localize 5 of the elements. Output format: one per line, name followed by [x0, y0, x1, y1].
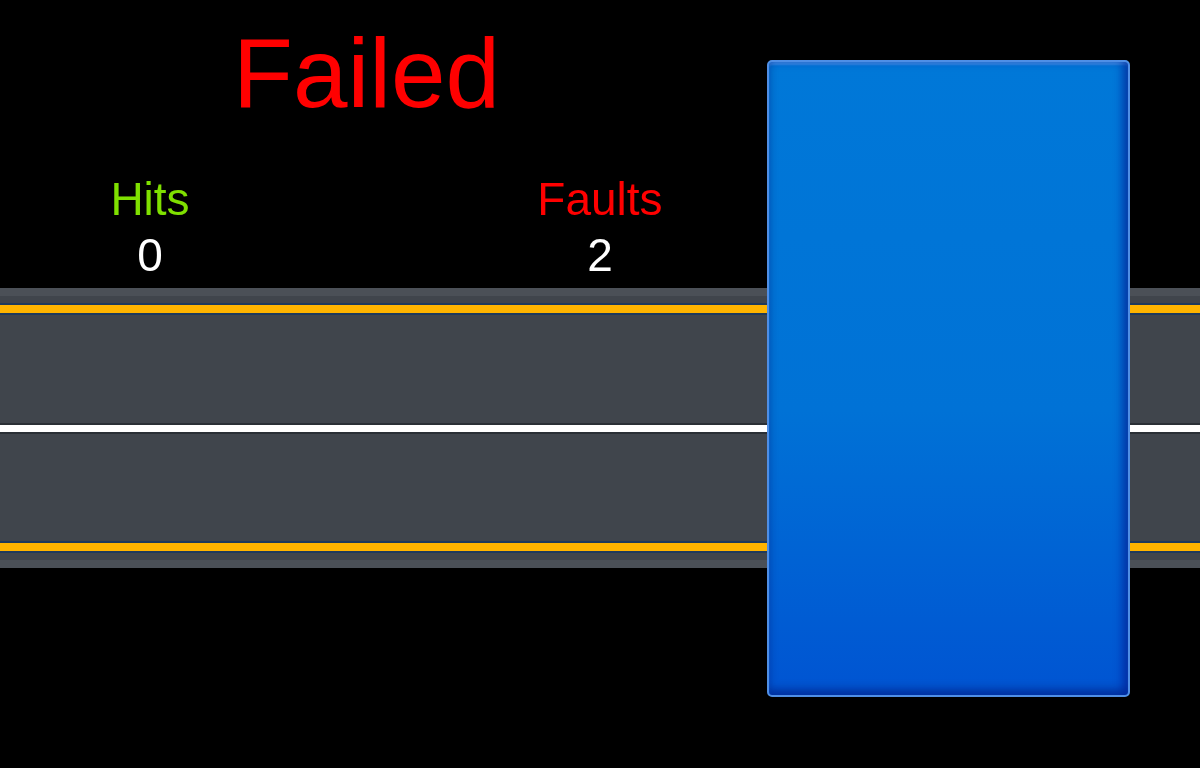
result-title: Failed — [233, 24, 500, 122]
score-value: 2 — [587, 232, 613, 278]
score-label: Faults — [537, 176, 663, 222]
score-value: 0 — [137, 232, 163, 278]
score-label: Hits — [110, 176, 190, 222]
